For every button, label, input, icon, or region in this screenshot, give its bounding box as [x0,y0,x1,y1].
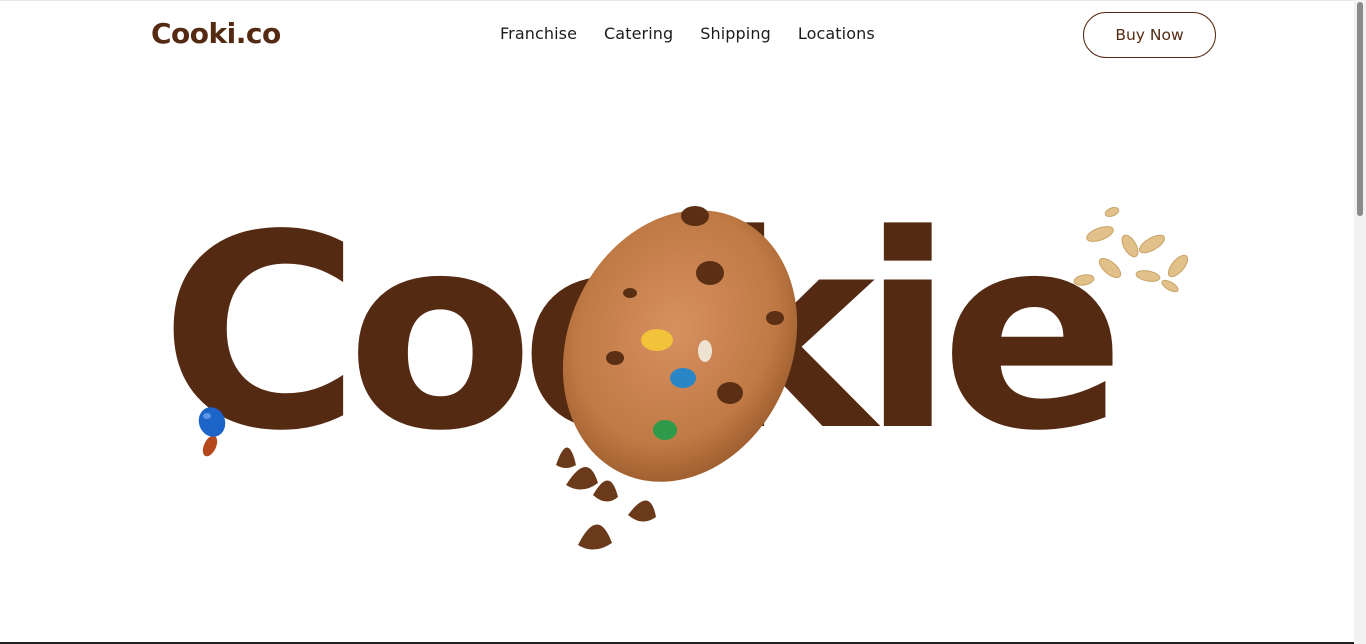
nav-item-catering: Catering [604,22,673,46]
nav-item-locations: Locations [798,22,875,46]
nav-link-shipping[interactable]: Shipping [700,24,771,43]
main-nav: Franchise Catering Shipping Locations [500,22,875,46]
top-divider [0,0,1354,1]
site-logo[interactable]: Cooki.co [151,14,281,54]
page-scrollbar[interactable] [1354,0,1366,644]
scrollbar-thumb[interactable] [1357,2,1363,216]
nav-link-catering[interactable]: Catering [604,24,673,43]
peanut-image [1073,207,1189,293]
candy-image [198,407,226,457]
nav-link-locations[interactable]: Locations [798,24,875,43]
nav-item-franchise: Franchise [500,22,577,46]
buy-now-button[interactable]: Buy Now [1083,12,1216,58]
nav-link-franchise[interactable]: Franchise [500,24,577,43]
nav-item-shipping: Shipping [700,22,771,46]
chocolate-chip-image [556,447,656,550]
hero-section: Cookie [0,60,1354,640]
